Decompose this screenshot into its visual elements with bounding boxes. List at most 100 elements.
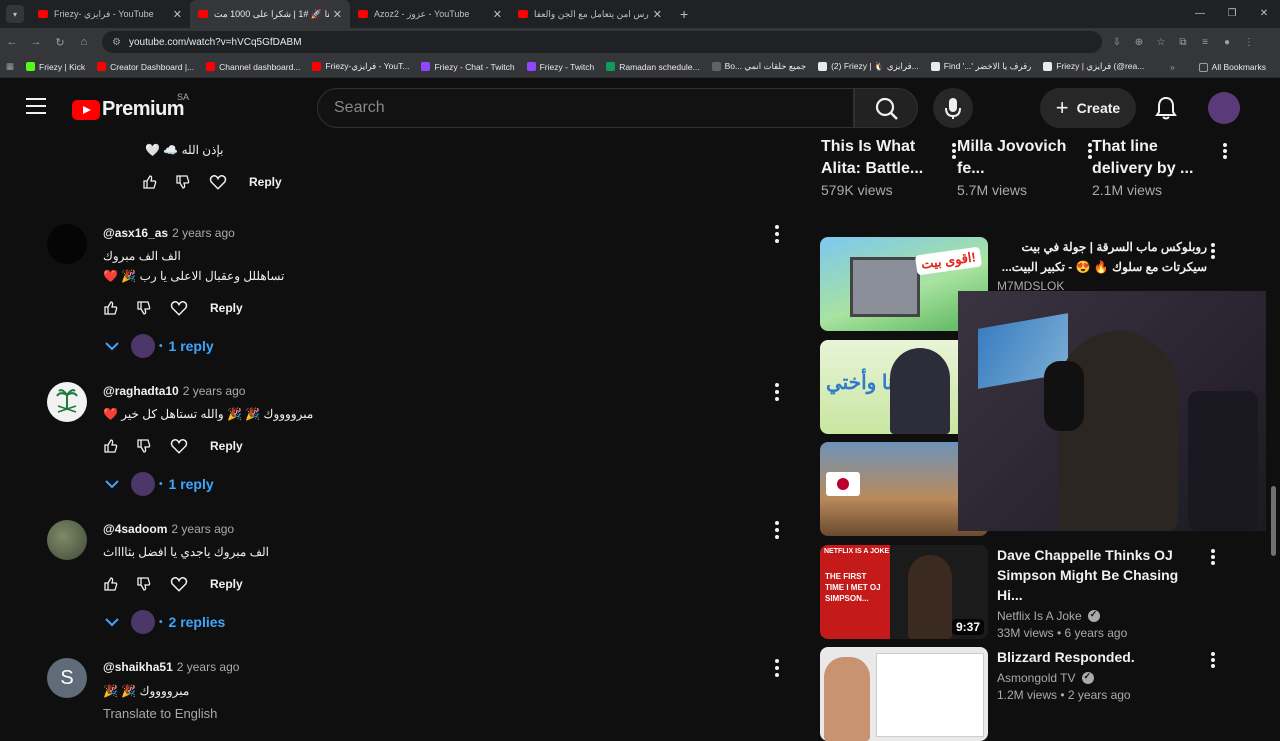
browser-menu-icon[interactable]: ⋮ [1238, 37, 1260, 48]
anime-character-graphic [890, 348, 950, 434]
commenter-avatar[interactable] [47, 520, 87, 560]
search-input[interactable]: Search [317, 88, 854, 128]
zoom-icon[interactable]: ⊕ [1128, 37, 1150, 48]
install-icon[interactable]: ⇩ [1106, 37, 1128, 48]
video-thumbnail[interactable] [820, 647, 988, 741]
view-replies-button[interactable]: • 1 reply [105, 472, 214, 496]
commenter-avatar[interactable] [47, 382, 87, 422]
media-icon[interactable]: ≡ [1194, 37, 1216, 48]
bookmark[interactable]: Find '...' رفرف يا الاخضر [925, 61, 1037, 72]
more-bookmarks-icon[interactable]: » [1170, 62, 1175, 72]
dislike-icon[interactable] [175, 174, 191, 190]
video-thumbnail[interactable]: NETFLIX IS A JOKE THE FIRST TIME I MET O… [820, 545, 988, 639]
bookmark-star-icon[interactable]: ☆ [1150, 37, 1172, 48]
restore-icon[interactable]: ❐ [1216, 0, 1248, 28]
url-bar[interactable]: ⚙ youtube.com/watch?v=hVCq5GfDABM [102, 31, 1102, 53]
like-icon[interactable] [103, 300, 119, 316]
more-options-icon[interactable] [1210, 242, 1216, 260]
dislike-icon[interactable] [136, 438, 152, 454]
close-tab-icon[interactable]: ✕ [173, 8, 182, 21]
short-card[interactable]: Milla Jovovich fe... 5.7M views [957, 136, 1092, 198]
comment-author[interactable]: @4sadoom 2 years ago [103, 522, 234, 536]
bookmark[interactable]: Friezy-فرايزي - YouT... [306, 61, 415, 72]
bookmark[interactable]: Creator Dashboard |... [91, 62, 200, 72]
search-button[interactable] [854, 88, 918, 128]
commenter-avatar[interactable]: S [47, 658, 87, 698]
heart-icon[interactable] [169, 299, 189, 317]
bookmark[interactable]: (2) Friezy | 🐧 فرايزي... [812, 61, 925, 72]
short-card[interactable]: That line delivery by ... 2.1M views [1092, 136, 1227, 198]
notifications-bell-icon[interactable] [1152, 94, 1180, 122]
minimize-icon[interactable]: — [1184, 0, 1216, 28]
like-icon[interactable] [142, 174, 158, 190]
comment-text: الف مبروك ياجدي يا افضل بثااااث [103, 545, 270, 559]
bookmark[interactable]: Ramadan schedule... [600, 62, 705, 72]
bookmark[interactable]: Friezy | Kick [20, 62, 91, 72]
reply-button[interactable]: Reply [210, 577, 243, 591]
tab-search-button[interactable]: ▾ [6, 5, 24, 23]
scrollbar-thumb[interactable] [1271, 486, 1276, 556]
like-icon[interactable] [103, 576, 119, 592]
dislike-icon[interactable] [136, 300, 152, 316]
tab-title: وحلتنا 🚀 #1 | شكرا على 1000 مت... [214, 8, 329, 19]
verified-icon [1081, 671, 1094, 684]
comment-author[interactable]: @raghadta10 2 years ago [103, 384, 245, 398]
home-icon[interactable]: ⌂ [72, 36, 96, 48]
browser-tab[interactable]: Friezy- فرايزي - YouTube ✕ [30, 0, 190, 28]
view-replies-button[interactable]: • 2 replies [105, 610, 225, 634]
new-tab-button[interactable]: + [680, 6, 688, 22]
site-info-icon[interactable]: ⚙ [112, 37, 121, 48]
forward-icon[interactable]: → [24, 36, 48, 48]
short-card[interactable]: This Is What Alita: Battle... 579K views [821, 136, 956, 198]
comment-menu-icon[interactable] [770, 520, 784, 540]
reply-button[interactable]: Reply [210, 439, 243, 453]
like-icon[interactable] [103, 438, 119, 454]
folder-icon [1198, 62, 1208, 72]
comment-author[interactable]: @shaikha51 2 years ago [103, 660, 239, 674]
heart-icon[interactable] [169, 437, 189, 455]
back-icon[interactable]: ← [0, 36, 24, 48]
bookmark-favicon-icon [930, 62, 940, 71]
reload-icon[interactable]: ↻ [48, 36, 72, 49]
voice-search-button[interactable] [933, 88, 973, 128]
translate-link[interactable]: Translate to English [103, 706, 217, 721]
bookmark[interactable]: Friezy | فرايزي (@rea... [1037, 61, 1150, 72]
video-info[interactable]: Dave Chappelle Thinks OJ Simpson Might B… [997, 545, 1207, 640]
account-avatar[interactable] [1208, 92, 1240, 124]
bookmark[interactable]: Bo... جميع حلقات انمي [706, 61, 813, 72]
menu-icon[interactable] [26, 98, 46, 119]
youtube-premium-logo[interactable]: Premium [72, 98, 185, 121]
heart-icon[interactable] [208, 173, 228, 191]
close-window-icon[interactable]: ✕ [1248, 0, 1280, 28]
commenter-avatar[interactable] [47, 224, 87, 264]
more-options-icon[interactable] [1210, 548, 1216, 566]
close-tab-icon[interactable]: ✕ [493, 8, 502, 21]
reply-button[interactable]: Reply [210, 301, 243, 315]
browser-tab[interactable]: Azoz2 - عزوز - YouTube ✕ [350, 0, 510, 28]
dislike-icon[interactable] [136, 576, 152, 592]
extensions-icon[interactable]: ⧉ [1172, 37, 1194, 48]
heart-icon[interactable] [169, 575, 189, 593]
apps-icon[interactable]: ▦ [0, 61, 20, 72]
close-tab-icon[interactable]: ✕ [653, 8, 662, 21]
all-bookmarks[interactable]: All Bookmarks [1193, 62, 1272, 72]
more-options-icon[interactable] [1222, 142, 1228, 160]
view-replies-button[interactable]: • 1 reply [105, 334, 214, 358]
close-tab-icon[interactable]: ✕ [333, 8, 342, 21]
comment-actions: Reply [103, 434, 243, 458]
bookmark[interactable]: Friezy - Chat - Twitch [415, 62, 520, 72]
comment-menu-icon[interactable] [770, 382, 784, 402]
reply-button[interactable]: Reply [249, 175, 282, 189]
comment-author[interactable]: @asx16_as 2 years ago [103, 226, 235, 240]
video-info[interactable]: Blizzard Responded. Asmongold TV 1.2M vi… [997, 647, 1207, 702]
browser-tab[interactable]: حارس امن يتعامل مع الجن والعفا... ✕ [510, 0, 670, 28]
bookmark[interactable]: Friezy - Twitch [521, 62, 601, 72]
comment-menu-icon[interactable] [770, 224, 784, 244]
more-options-icon[interactable] [1210, 651, 1216, 669]
create-button[interactable]: + Create [1040, 88, 1136, 128]
comment-menu-icon[interactable] [770, 658, 784, 678]
profile-icon[interactable]: ● [1216, 37, 1238, 48]
browser-tab-active[interactable]: وحلتنا 🚀 #1 | شكرا على 1000 مت... ✕ [190, 0, 350, 28]
video-info[interactable]: روبلوكس ماب السرقة | جولة في بيت سيكرتات… [997, 237, 1207, 293]
bookmark[interactable]: Channel dashboard... [200, 62, 306, 72]
